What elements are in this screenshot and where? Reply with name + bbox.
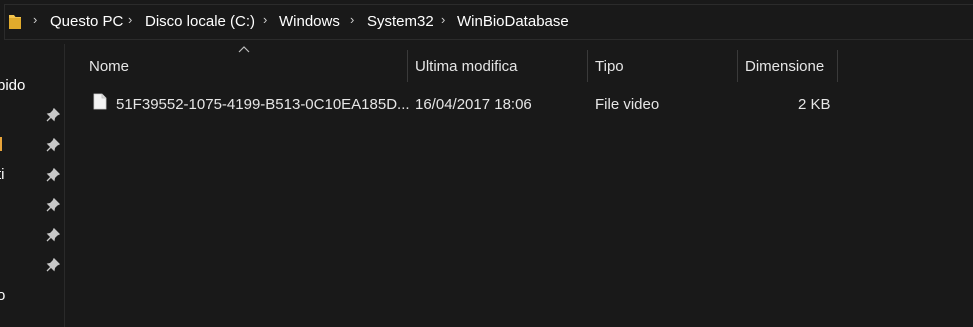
column-header-name[interactable]: Nome [89, 58, 129, 75]
column-header-type[interactable]: Tipo [595, 58, 624, 75]
pin-icon[interactable] [46, 198, 60, 212]
breadcrumb-item-system32[interactable]: System32 [367, 13, 434, 31]
column-header-size[interactable]: Dimensione [745, 58, 824, 75]
nav-item-label[interactable]: o [0, 287, 5, 304]
chevron-right-icon[interactable]: › [441, 13, 451, 27]
file-list[interactable] [65, 44, 973, 327]
chevron-right-icon[interactable]: › [350, 13, 360, 27]
sort-ascending-icon [238, 46, 250, 53]
column-separator[interactable] [587, 50, 588, 82]
file-name[interactable]: 51F39552-1075-4199-B513-0C10EA185D... [116, 96, 410, 113]
address-bar: › Questo PC › Disco locale (C:) › Window… [0, 0, 973, 44]
breadcrumb-item-windows[interactable]: Windows [279, 13, 340, 31]
nav-item-label[interactable]: ti [0, 166, 5, 183]
pin-icon[interactable] [46, 258, 60, 272]
file-icon [93, 93, 107, 110]
breadcrumb-item-questo-pc[interactable]: Questo PC [50, 13, 123, 31]
pin-icon[interactable] [46, 228, 60, 242]
folder-accent-mark [0, 137, 2, 151]
pin-icon[interactable] [46, 168, 60, 182]
navigation-pane[interactable]: pido i ti o [0, 44, 64, 327]
column-header-modified[interactable]: Ultima modifica [415, 58, 518, 75]
pin-icon[interactable] [46, 138, 60, 152]
folder-icon [9, 15, 21, 29]
file-modified: 16/04/2017 18:06 [415, 96, 532, 113]
column-separator[interactable] [407, 50, 408, 82]
nav-item-label[interactable]: pido [0, 77, 25, 94]
pin-icon[interactable] [46, 108, 60, 122]
breadcrumb-item-disco-locale[interactable]: Disco locale (C:) [145, 13, 255, 31]
file-size: 2 KB [798, 96, 831, 113]
chevron-right-icon[interactable]: › [128, 13, 138, 27]
breadcrumb-item-winbiodatabase[interactable]: WinBioDatabase [457, 13, 569, 31]
file-type: File video [595, 96, 660, 113]
chevron-right-icon[interactable]: › [263, 13, 273, 27]
column-separator[interactable] [737, 50, 738, 82]
column-separator[interactable] [837, 50, 838, 82]
chevron-right-icon[interactable]: › [33, 13, 43, 27]
